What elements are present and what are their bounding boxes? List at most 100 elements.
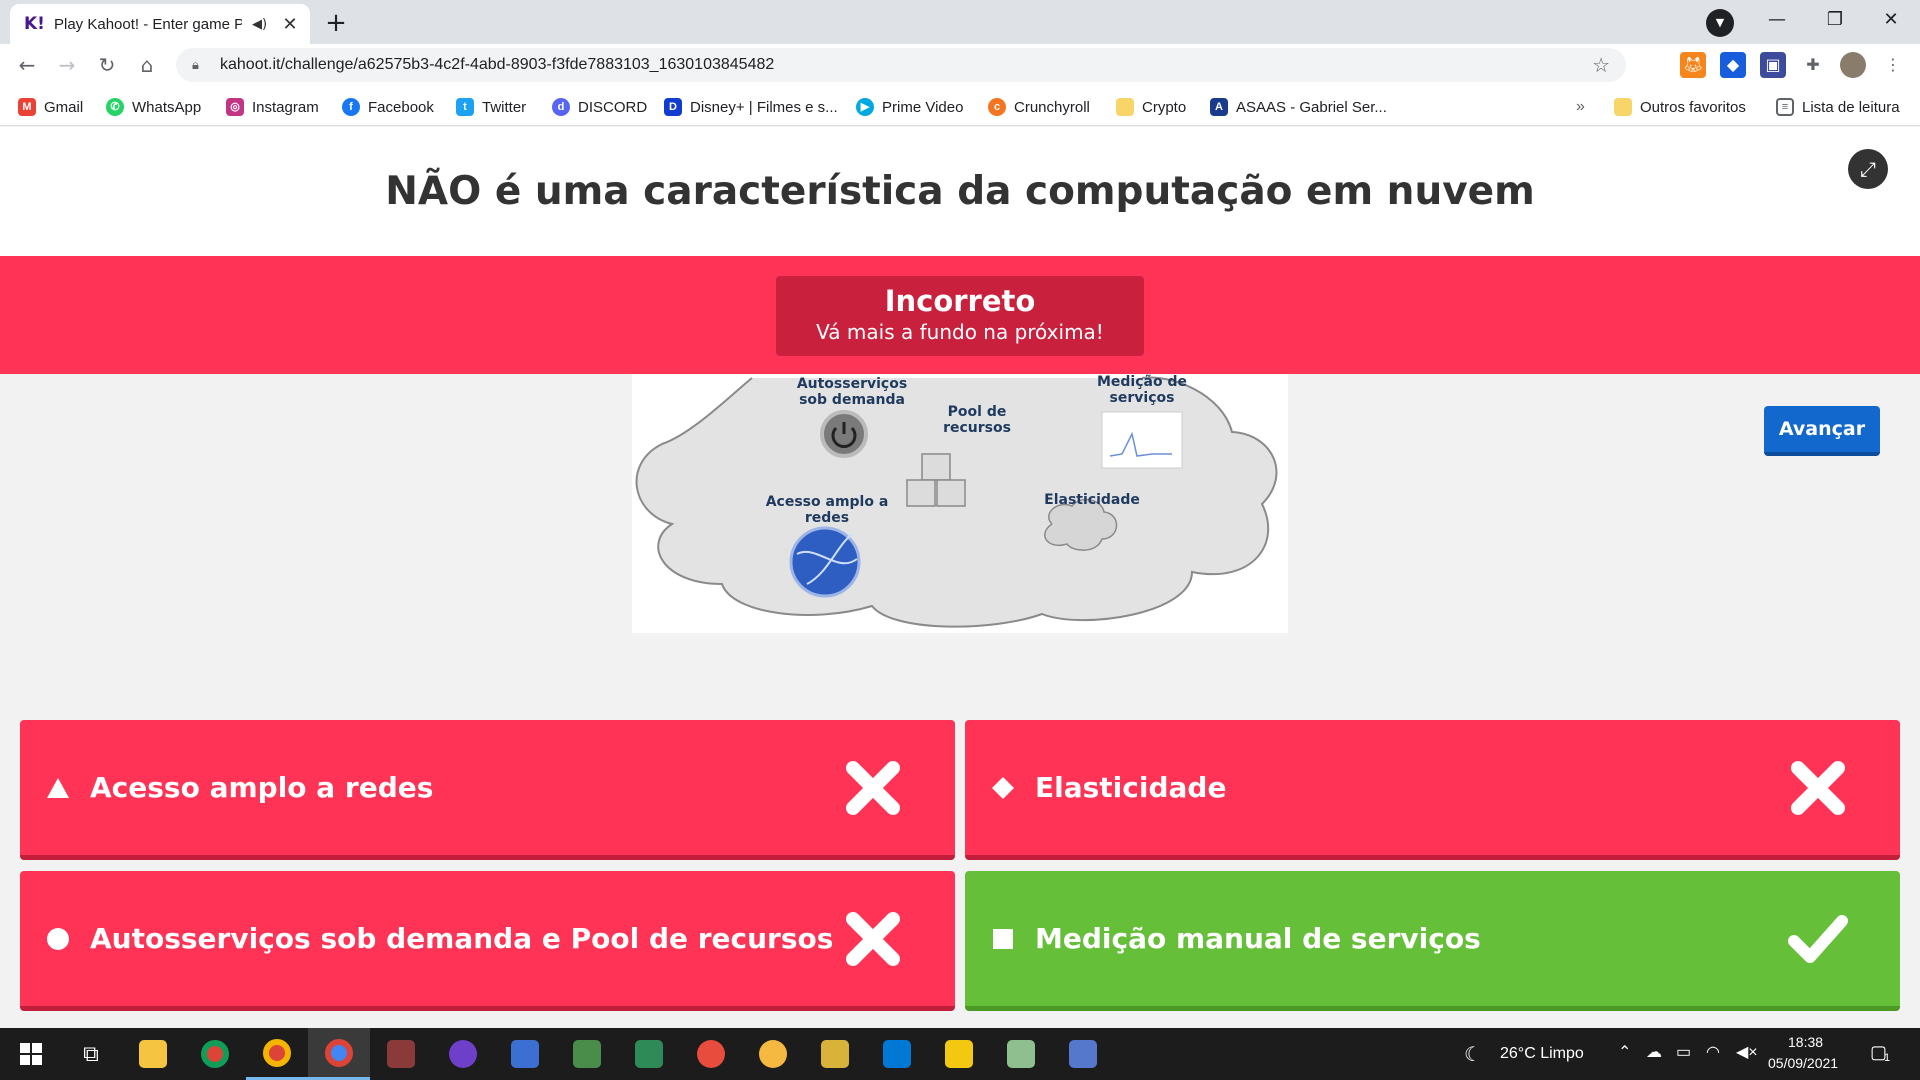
bitwarden-icon[interactable]: ◆	[1720, 52, 1746, 78]
app-icon[interactable]	[618, 1028, 680, 1080]
close-window-button[interactable]: ✕	[1862, 0, 1920, 40]
app-icon[interactable]	[928, 1028, 990, 1080]
app-icon[interactable]	[742, 1028, 804, 1080]
minimize-button[interactable]: —	[1748, 0, 1806, 40]
bookmark-twitter[interactable]: t Twitter	[456, 96, 526, 118]
answer-option-correct[interactable]: Medição manual de serviços	[965, 871, 1900, 1011]
moon-icon: ☾	[1464, 1044, 1482, 1066]
tab-search-icon[interactable]: ▼	[1706, 9, 1734, 37]
github-icon[interactable]	[432, 1028, 494, 1080]
new-tab-button[interactable]: +	[318, 6, 354, 42]
whatsapp-icon: ✆	[106, 98, 124, 116]
start-button[interactable]	[0, 1028, 62, 1080]
cross-icon	[1788, 758, 1848, 818]
instagram-icon: ◎	[226, 98, 244, 116]
lock-icon[interactable]: 🔒︎	[192, 58, 210, 73]
answer-option[interactable]: Autosserviços sob demanda e Pool de recu…	[20, 871, 955, 1011]
gmail-icon: M	[18, 98, 36, 116]
wifi-icon[interactable]: ◠	[1706, 1042, 1720, 1062]
bookmark-discord[interactable]: d DISCORD	[552, 96, 647, 118]
muted-speaker-icon[interactable]: ◀×	[1736, 1042, 1758, 1062]
chrome-icon[interactable]	[184, 1028, 246, 1080]
home-icon[interactable]: ⌂	[132, 50, 162, 80]
app-icon[interactable]	[556, 1028, 618, 1080]
close-tab-icon[interactable]: ✕	[280, 14, 300, 35]
disney-icon: D	[664, 98, 682, 116]
metamask-icon[interactable]: 🦊︎	[1680, 52, 1706, 78]
reading-list-button[interactable]: ≡ Lista de leitura	[1776, 96, 1900, 118]
question-image: Autosserviços sob demanda Pool de recurs…	[632, 374, 1288, 633]
chrome-profile-icon[interactable]	[246, 1028, 308, 1080]
bookmark-instagram[interactable]: ◎ Instagram	[226, 96, 319, 118]
weather-text[interactable]: 26°C Limpo	[1500, 1045, 1584, 1063]
next-button[interactable]: Avançar	[1764, 406, 1880, 456]
discord-icon: d	[552, 98, 570, 116]
bookmark-facebook[interactable]: f Facebook	[342, 96, 434, 118]
bookmark-prime-video[interactable]: ▶ Prime Video	[856, 96, 963, 118]
bookmark-folder-crypto[interactable]: Crypto	[1116, 96, 1186, 118]
question-header: NÃO é uma característica da computação e…	[0, 127, 1920, 256]
url-text[interactable]: kahoot.it/challenge/a62575b3-4c2f-4abd-8…	[220, 56, 1592, 74]
profile-avatar[interactable]	[1840, 52, 1866, 78]
bookmark-asaas[interactable]: A ASAAS - Gabriel Ser...	[1210, 96, 1387, 118]
answer-option[interactable]: Acesso amplo a redes	[20, 720, 955, 860]
chart-thumbnail-icon	[1101, 411, 1183, 469]
chevron-up-icon[interactable]: ⌃	[1618, 1042, 1631, 1062]
browser-tab[interactable]: K! Play Kahoot! - Enter game PI ◀) ✕	[10, 4, 310, 44]
result-title: Incorreto	[884, 284, 1036, 318]
file-explorer-icon[interactable]	[122, 1028, 184, 1080]
app-icon[interactable]	[804, 1028, 866, 1080]
speaker-icon[interactable]: ◀)	[252, 17, 270, 32]
more-bookmarks-button[interactable]: »	[1576, 96, 1585, 118]
vscode-icon[interactable]	[866, 1028, 928, 1080]
clock-date[interactable]: 05/09/2021	[1768, 1055, 1838, 1071]
restore-button[interactable]: ❐	[1806, 0, 1864, 40]
windows-taskbar: ⧉ ☾ 26°C Limpo ⌃ ☁ ▭ ◠ ◀× 18:38 05/09/20…	[0, 1028, 1920, 1080]
back-icon[interactable]: ←	[12, 50, 42, 80]
other-favorites-folder[interactable]: Outros favoritos	[1614, 96, 1746, 118]
reload-icon[interactable]: ↻	[92, 50, 122, 80]
bookmark-gmail[interactable]: M Gmail	[18, 96, 83, 118]
bookmark-whatsapp[interactable]: ✆ WhatsApp	[106, 96, 201, 118]
facebook-icon: f	[342, 98, 360, 116]
asaas-icon: A	[1210, 98, 1228, 116]
answer-option[interactable]: Elasticidade	[965, 720, 1900, 860]
answer-text: Acesso amplo a redes	[90, 771, 434, 804]
tab-title: Play Kahoot! - Enter game PI	[54, 15, 242, 33]
app-icon[interactable]	[990, 1028, 1052, 1080]
extension-icon[interactable]: ▣	[1760, 52, 1786, 78]
forward-icon[interactable]: →	[52, 50, 82, 80]
result-banner: Incorreto Vá mais a fundo na próxima!	[0, 256, 1920, 374]
fullscreen-icon[interactable]: ⤢	[1848, 149, 1888, 189]
answer-text: Autosserviços sob demanda e Pool de recu…	[90, 922, 834, 955]
result-subtitle: Vá mais a fundo na próxima!	[816, 320, 1104, 344]
diagram-label-autoservicos: Autosserviços sob demanda	[796, 376, 908, 408]
square-icon	[991, 927, 1015, 951]
extensions-puzzle-icon[interactable]: ✚	[1800, 52, 1826, 78]
task-view-icon[interactable]: ⧉	[60, 1028, 122, 1080]
winrar-icon[interactable]	[370, 1028, 432, 1080]
bookmarks-bar: M Gmail ✆ WhatsApp ◎ Instagram f Facebook tT…	[0, 86, 1920, 126]
clock-time[interactable]: 18:38	[1788, 1034, 1823, 1050]
bookmark-star-icon[interactable]: ☆	[1592, 53, 1610, 77]
folder-icon	[1614, 98, 1632, 116]
cloud-icon[interactable]: ☁	[1646, 1042, 1662, 1062]
battery-icon[interactable]: ▭	[1676, 1042, 1691, 1062]
prime-video-icon: ▶	[856, 98, 874, 116]
triangle-icon	[46, 776, 70, 800]
bookmark-disney[interactable]: D Disney+ | Filmes e s...	[664, 96, 838, 118]
result-box: Incorreto Vá mais a fundo na próxima!	[776, 276, 1144, 356]
app-icon[interactable]	[494, 1028, 556, 1080]
circle-icon	[46, 927, 70, 951]
bookmark-crunchyroll[interactable]: c Crunchyroll	[988, 96, 1090, 118]
menu-icon[interactable]: ⋮	[1880, 52, 1906, 78]
kahoot-favicon: K!	[24, 14, 45, 34]
notification-count: 1	[1884, 1052, 1891, 1064]
reading-list-icon: ≡	[1776, 98, 1794, 116]
diagram-label-elasticidade: Elasticidade	[1044, 492, 1140, 508]
chrome-active-icon[interactable]	[308, 1028, 370, 1080]
address-bar[interactable]: 🔒︎ kahoot.it/challenge/a62575b3-4c2f-4ab…	[176, 48, 1626, 82]
app-icon[interactable]	[1052, 1028, 1114, 1080]
diagram-label-medicao: Medição de serviços	[1096, 374, 1187, 406]
app-icon[interactable]	[680, 1028, 742, 1080]
